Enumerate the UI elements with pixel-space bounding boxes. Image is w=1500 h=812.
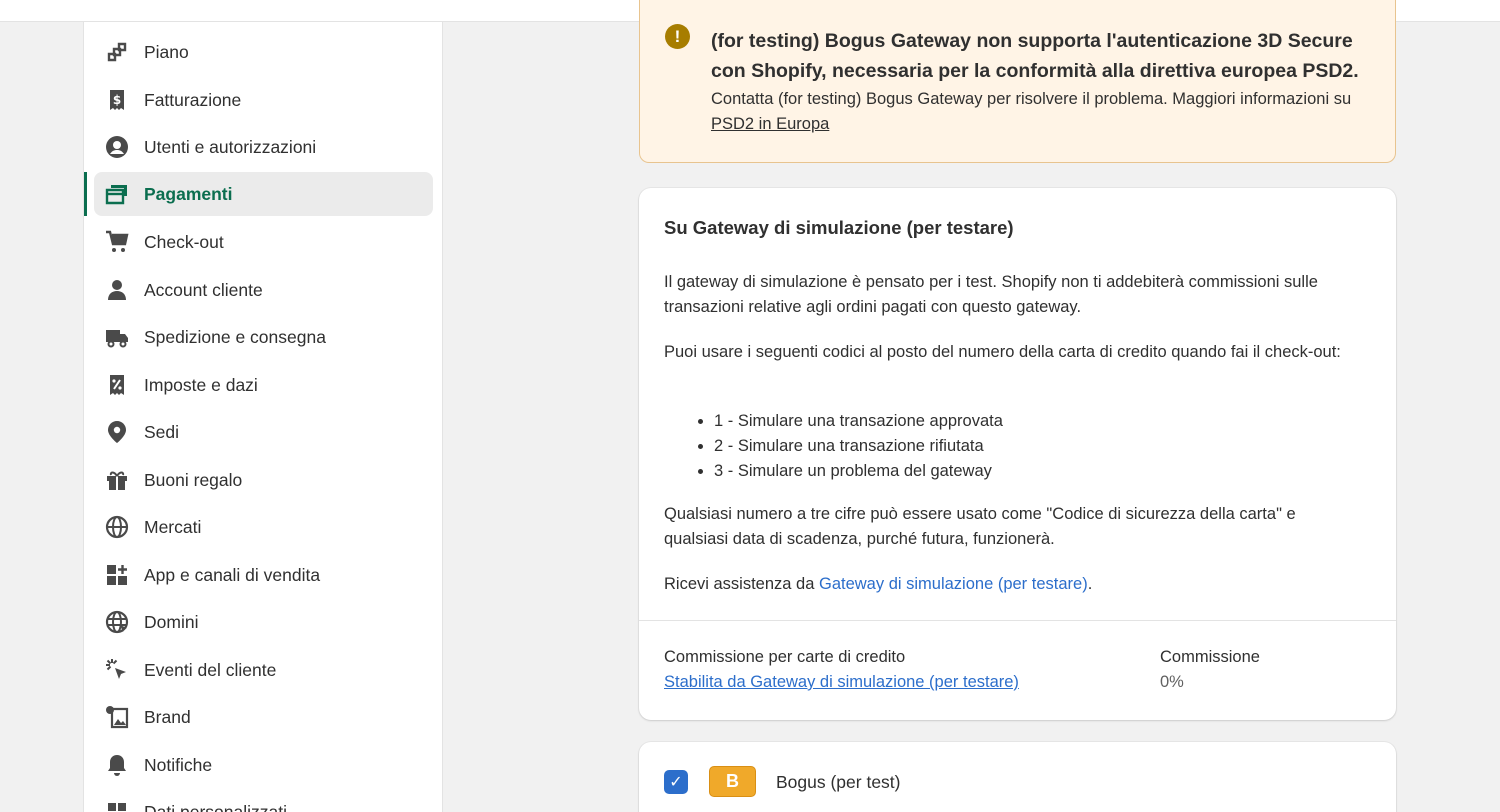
sidebar-item-eventi-cliente[interactable]: Eventi del cliente bbox=[94, 648, 433, 692]
gift-icon bbox=[104, 467, 130, 493]
commission-label: Commissione bbox=[1160, 648, 1260, 666]
banner-body: Contatta (for testing) Bogus Gateway per… bbox=[711, 87, 1381, 137]
location-pin-icon bbox=[104, 419, 130, 445]
psd2-link[interactable]: PSD2 in Europa bbox=[711, 115, 829, 133]
sidebar-item-label: Domini bbox=[144, 611, 199, 632]
list-item: 1 - Simulare una transazione approvata bbox=[714, 409, 1289, 434]
apps-icon bbox=[104, 562, 130, 588]
provider-checkbox[interactable]: ✓ bbox=[664, 770, 688, 794]
sidebar-item-piano[interactable]: Piano bbox=[94, 30, 433, 74]
provider-card: ✓ B Bogus (per test) bbox=[639, 742, 1396, 812]
card-title: Su Gateway di simulazione (per testare) bbox=[664, 217, 1014, 238]
sidebar-item-utenti[interactable]: Utenti e autorizzazioni bbox=[94, 125, 433, 169]
sidebar-item-label: Imposte e dazi bbox=[144, 374, 258, 395]
sidebar-item-label: Spedizione e consegna bbox=[144, 326, 326, 347]
support-line: Ricevi assistenza da Gateway di simulazi… bbox=[664, 572, 1364, 597]
sidebar-item-label: Buoni regalo bbox=[144, 469, 243, 490]
sidebar-item-dati-personalizzati[interactable]: Dati personalizzati bbox=[94, 790, 433, 812]
truck-icon bbox=[104, 324, 130, 350]
sidebar-item-label: Account cliente bbox=[144, 279, 263, 300]
sidebar-item-label: Check-out bbox=[144, 231, 224, 252]
support-link[interactable]: Gateway di simulazione (per testare) bbox=[819, 575, 1088, 593]
sidebar-item-label: Notifiche bbox=[144, 754, 213, 775]
list-item: 2 - Simulare una transazione rifiutata bbox=[714, 434, 1289, 459]
sidebar-item-label: Eventi del cliente bbox=[144, 659, 277, 680]
support-prefix: Ricevi assistenza da bbox=[664, 575, 819, 593]
sidebar-item-fatturazione[interactable]: $ Fatturazione bbox=[94, 78, 433, 122]
codes-intro: Puoi usare i seguenti codici al posto de… bbox=[664, 343, 1341, 361]
sidebar-item-label: Dati personalizzati bbox=[144, 801, 287, 812]
banner-body-text: Contatta (for testing) Bogus Gateway per… bbox=[711, 90, 1352, 108]
sidebar-item-label: Mercati bbox=[144, 516, 202, 537]
bell-icon bbox=[104, 752, 130, 778]
custom-data-icon bbox=[104, 799, 130, 812]
billing-icon: $ bbox=[104, 87, 130, 113]
person-icon bbox=[104, 277, 130, 303]
brand-image-icon bbox=[104, 704, 130, 730]
sidebar-item-spedizione[interactable]: Spedizione e consegna bbox=[94, 315, 433, 359]
banner-title: (for testing) Bogus Gateway non supporta… bbox=[711, 30, 1359, 82]
security-code-note: Qualsiasi numero a tre cifre può essere … bbox=[664, 505, 1296, 548]
sidebar-item-notifiche[interactable]: Notifiche bbox=[94, 743, 433, 787]
test-codes-list: 1 - Simulare una transazione approvata 2… bbox=[689, 409, 1289, 484]
sidebar-item-label: Pagamenti bbox=[144, 183, 233, 204]
settings-sidebar: Piano $ Fatturazione Utenti e autorizzaz… bbox=[83, 22, 443, 812]
sidebar-item-app-canali[interactable]: App e canali di vendita bbox=[94, 553, 433, 597]
warning-icon: ! bbox=[665, 24, 690, 49]
fee-link[interactable]: Stabilita da Gateway di simulazione (per… bbox=[664, 673, 1019, 692]
sidebar-item-label: Piano bbox=[144, 41, 189, 62]
sidebar-item-account-cliente[interactable]: Account cliente bbox=[94, 268, 433, 312]
plan-icon bbox=[104, 39, 130, 65]
sidebar-item-domini[interactable]: Domini bbox=[94, 600, 433, 644]
payments-icon bbox=[104, 181, 130, 207]
gateway-description: Il gateway di simulazione è pensato per … bbox=[664, 273, 1318, 316]
psd2-warning-banner: ! (for testing) Bogus Gateway non suppor… bbox=[639, 0, 1396, 163]
globe-markets-icon bbox=[104, 514, 130, 540]
divider bbox=[639, 620, 1396, 621]
domain-globe-icon bbox=[104, 609, 130, 635]
sidebar-item-sedi[interactable]: Sedi bbox=[94, 410, 433, 454]
provider-name: Bogus (per test) bbox=[776, 772, 901, 792]
sidebar-item-label: Fatturazione bbox=[144, 89, 242, 110]
cursor-click-icon bbox=[104, 657, 130, 683]
svg-text:$: $ bbox=[113, 93, 121, 107]
gateway-info-card: Su Gateway di simulazione (per testare) … bbox=[639, 188, 1396, 720]
support-suffix: . bbox=[1087, 575, 1093, 593]
list-item: 3 - Simulare un problema del gateway bbox=[714, 459, 1289, 484]
sidebar-item-label: Brand bbox=[144, 706, 191, 727]
sidebar-item-pagamenti[interactable]: Pagamenti bbox=[94, 172, 433, 216]
fee-label: Commissione per carte di credito bbox=[664, 648, 906, 666]
sidebar-item-buoni-regalo[interactable]: Buoni regalo bbox=[94, 458, 433, 502]
sidebar-item-label: App e canali di vendita bbox=[144, 564, 321, 585]
sidebar-item-mercati[interactable]: Mercati bbox=[94, 505, 433, 549]
sidebar-item-imposte[interactable]: Imposte e dazi bbox=[94, 363, 433, 407]
sidebar-item-label: Sedi bbox=[144, 421, 180, 442]
bogus-logo: B bbox=[709, 766, 756, 797]
user-circle-icon bbox=[104, 134, 130, 160]
active-indicator bbox=[84, 172, 87, 216]
sidebar-item-checkout[interactable]: Check-out bbox=[94, 220, 433, 264]
cart-icon bbox=[104, 229, 130, 255]
sidebar-item-label: Utenti e autorizzazioni bbox=[144, 136, 317, 157]
sidebar-item-brand[interactable]: Brand bbox=[94, 695, 433, 739]
tax-icon bbox=[104, 372, 130, 398]
commission-value: 0% bbox=[1160, 673, 1184, 691]
